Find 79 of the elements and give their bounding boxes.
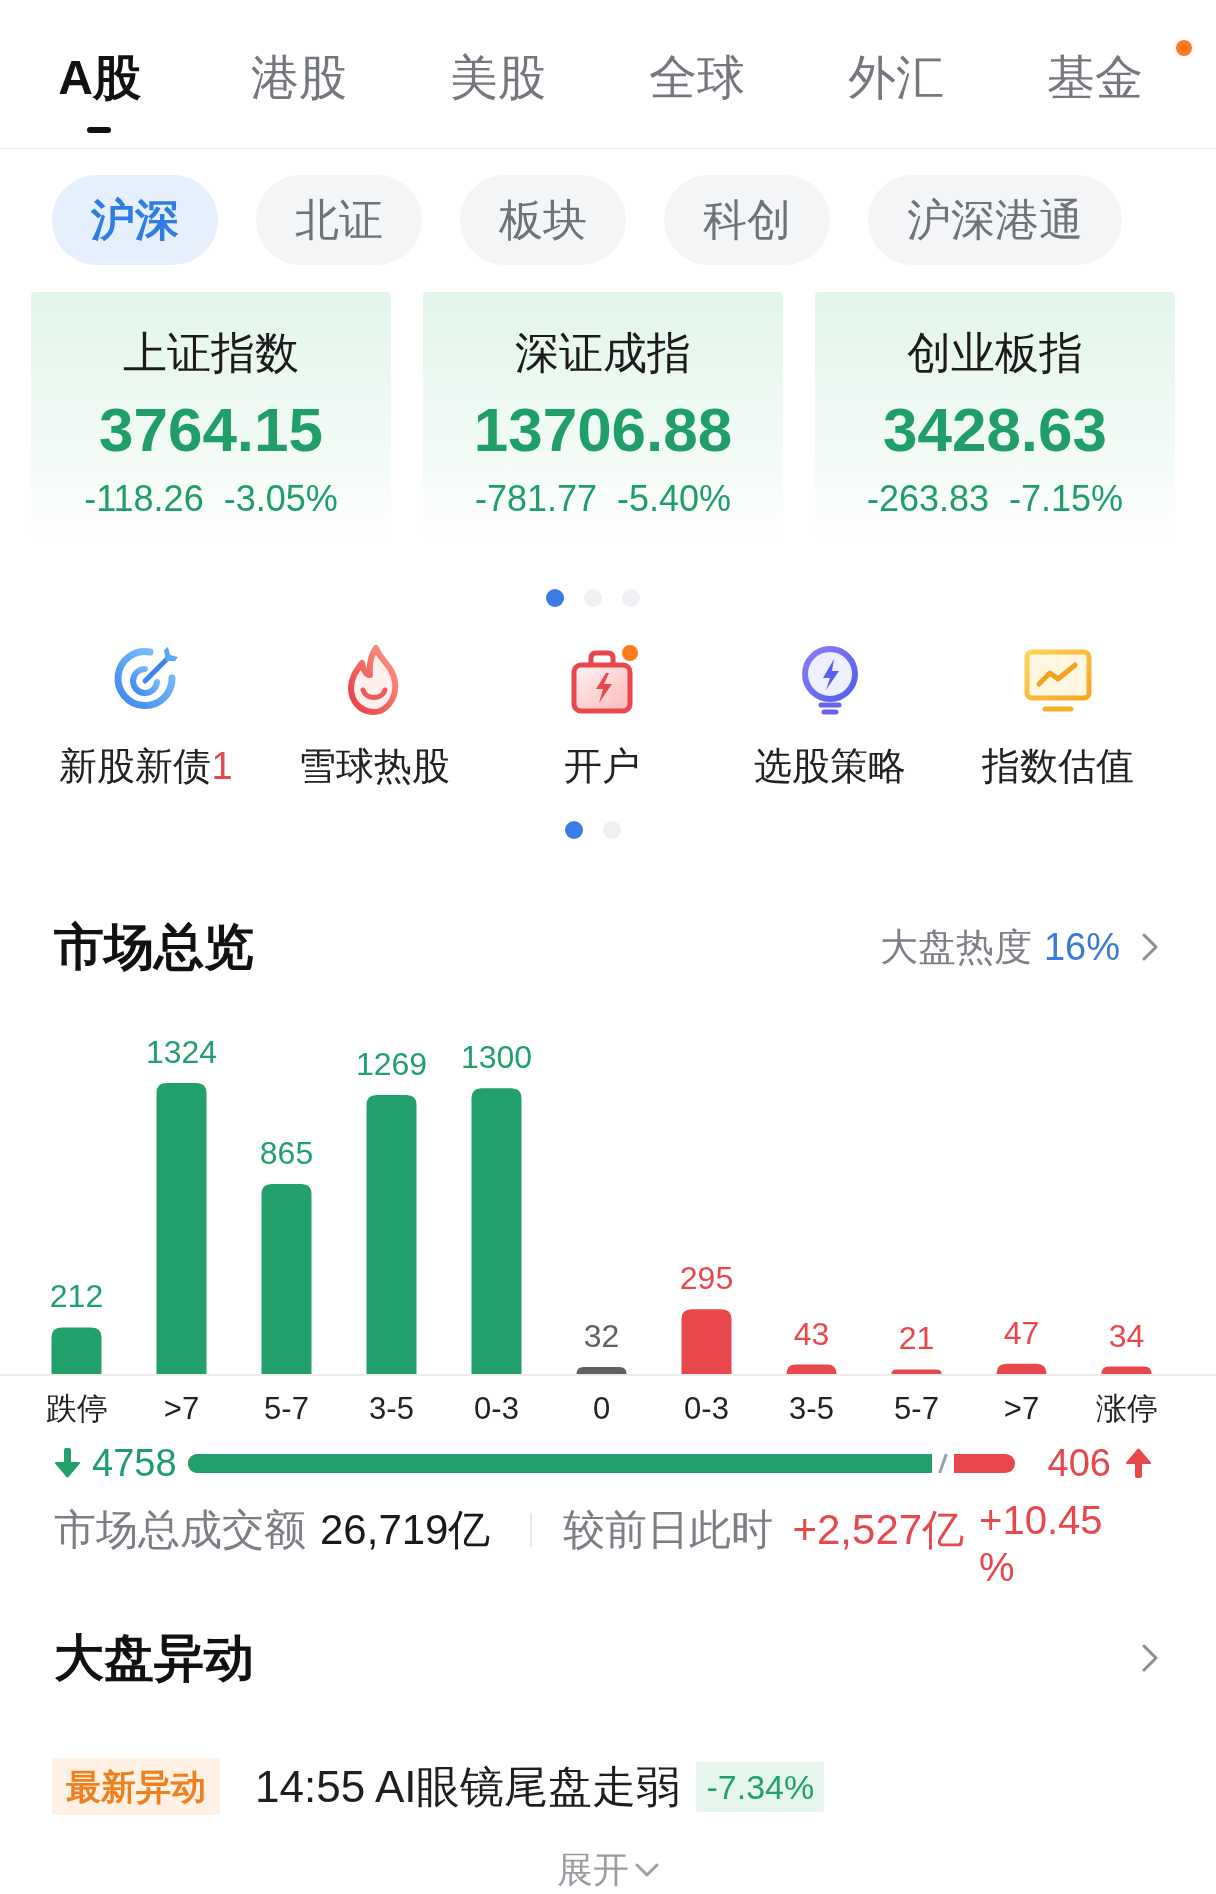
sub-tab[interactable]: 科创 (664, 175, 830, 265)
section-title: 市场总览 (54, 919, 254, 975)
shortcut-item[interactable]: 雪球热股 (260, 644, 488, 789)
active-tab-underline (87, 127, 112, 133)
chevron-right-icon (1142, 933, 1158, 961)
bar-value-label: 47 (1003, 1314, 1040, 1351)
turnover-value: 26,719亿 (320, 1505, 491, 1555)
bar-value-label: 21 (898, 1320, 935, 1357)
bar-value-label: 1300 (460, 1039, 533, 1076)
bar-value-label: 43 (793, 1315, 830, 1352)
index-value: 13706.88 (473, 395, 733, 465)
move-headline[interactable]: 14:55 AI眼镜尾盘走弱 (255, 1758, 681, 1815)
chart-bar (576, 1366, 627, 1374)
index-change: -263.83 (866, 477, 989, 521)
market-heat-value: 16% (1043, 925, 1120, 970)
chart-bar (996, 1363, 1047, 1374)
index-value: 3428.63 (882, 395, 1108, 465)
category-label: >7 (163, 1391, 200, 1426)
index-change-percent: -5.40% (617, 477, 732, 521)
market-tab[interactable]: A股 (58, 0, 141, 133)
arrow-down-icon (54, 1448, 81, 1478)
category-label: 跌停 (45, 1391, 108, 1426)
shortcut-item[interactable]: 指数估值 (944, 644, 1172, 789)
section-title: 大盘异动 (54, 1630, 254, 1686)
chart-bar (1101, 1366, 1152, 1374)
category-label: 5-7 (264, 1391, 309, 1426)
bar-value-label: 1324 (145, 1034, 218, 1070)
category-label: 0 (592, 1391, 611, 1426)
move-change-chip: -7.34% (696, 1761, 825, 1812)
chevron-down-icon (635, 1863, 659, 1877)
index-name: 上证指数 (123, 327, 299, 379)
turnover-label: 市场总成交额 (54, 1505, 306, 1555)
index-change-percent: -3.05% (223, 477, 338, 521)
market-tab[interactable]: 全球 (648, 0, 745, 108)
category-label: 0-3 (684, 1391, 729, 1426)
market-heat-link[interactable]: 大盘热度 16% (879, 924, 1158, 970)
decliners-count: 4758 (92, 1441, 177, 1486)
index-name: 深证成指 (515, 327, 691, 379)
index-change: -118.26 (84, 477, 204, 521)
shortcut-item[interactable]: 选股策略 (716, 644, 944, 789)
advancers-count: 406 (1047, 1441, 1111, 1486)
expand-button[interactable]: 展开 (557, 1851, 659, 1889)
category-label: 3-5 (369, 1391, 414, 1426)
bar-value-label: 212 (49, 1278, 104, 1315)
arrow-up-icon (1125, 1448, 1152, 1478)
category-label: 涨停 (1095, 1391, 1158, 1426)
latest-move-label: 最新异动 (52, 1758, 220, 1815)
comparison-change: +2,527亿 (792, 1505, 965, 1555)
category-label: 5-7 (894, 1391, 939, 1426)
shortcut-item[interactable]: 开户 (488, 644, 716, 789)
bar-value-label: 34 (1108, 1317, 1145, 1354)
bar-value-label: 295 (679, 1260, 734, 1297)
index-value: 3764.15 (98, 395, 324, 465)
chart-bar (891, 1369, 942, 1374)
chart-bar (786, 1364, 837, 1374)
bar-value-label: 32 (583, 1317, 620, 1354)
sub-tab[interactable]: 沪深 (52, 175, 218, 265)
market-tab[interactable]: 港股 (250, 0, 347, 108)
chevron-right-icon[interactable] (1142, 1644, 1158, 1672)
index-change: -781.77 (474, 477, 597, 521)
sub-tab[interactable]: 沪深港通 (868, 175, 1122, 265)
index-change-percent: -7.15% (1009, 477, 1124, 521)
comparison-label: 较前日此时 (563, 1505, 774, 1555)
category-label: >7 (1003, 1391, 1040, 1426)
index-name: 创业板指 (907, 327, 1083, 379)
category-label: 3-5 (789, 1391, 834, 1426)
bar-value-label: 1269 (355, 1046, 428, 1083)
chart-bar (51, 1327, 102, 1374)
new-item-count: 1 (211, 745, 233, 787)
comparison-percent: +10.45% (979, 1497, 1104, 1591)
sub-tab[interactable]: 板块 (460, 175, 626, 265)
category-label: 0-3 (474, 1391, 519, 1426)
market-tab[interactable]: 美股 (449, 0, 546, 108)
market-tab[interactable]: 基金 (1046, 0, 1143, 108)
bar-value-label: 865 (259, 1134, 314, 1171)
chart-bar (681, 1309, 732, 1374)
market-tab[interactable]: 外汇 (847, 0, 944, 108)
shortcut-item[interactable]: 新股新债1 (32, 644, 260, 789)
sub-tab[interactable]: 北证 (256, 175, 422, 265)
